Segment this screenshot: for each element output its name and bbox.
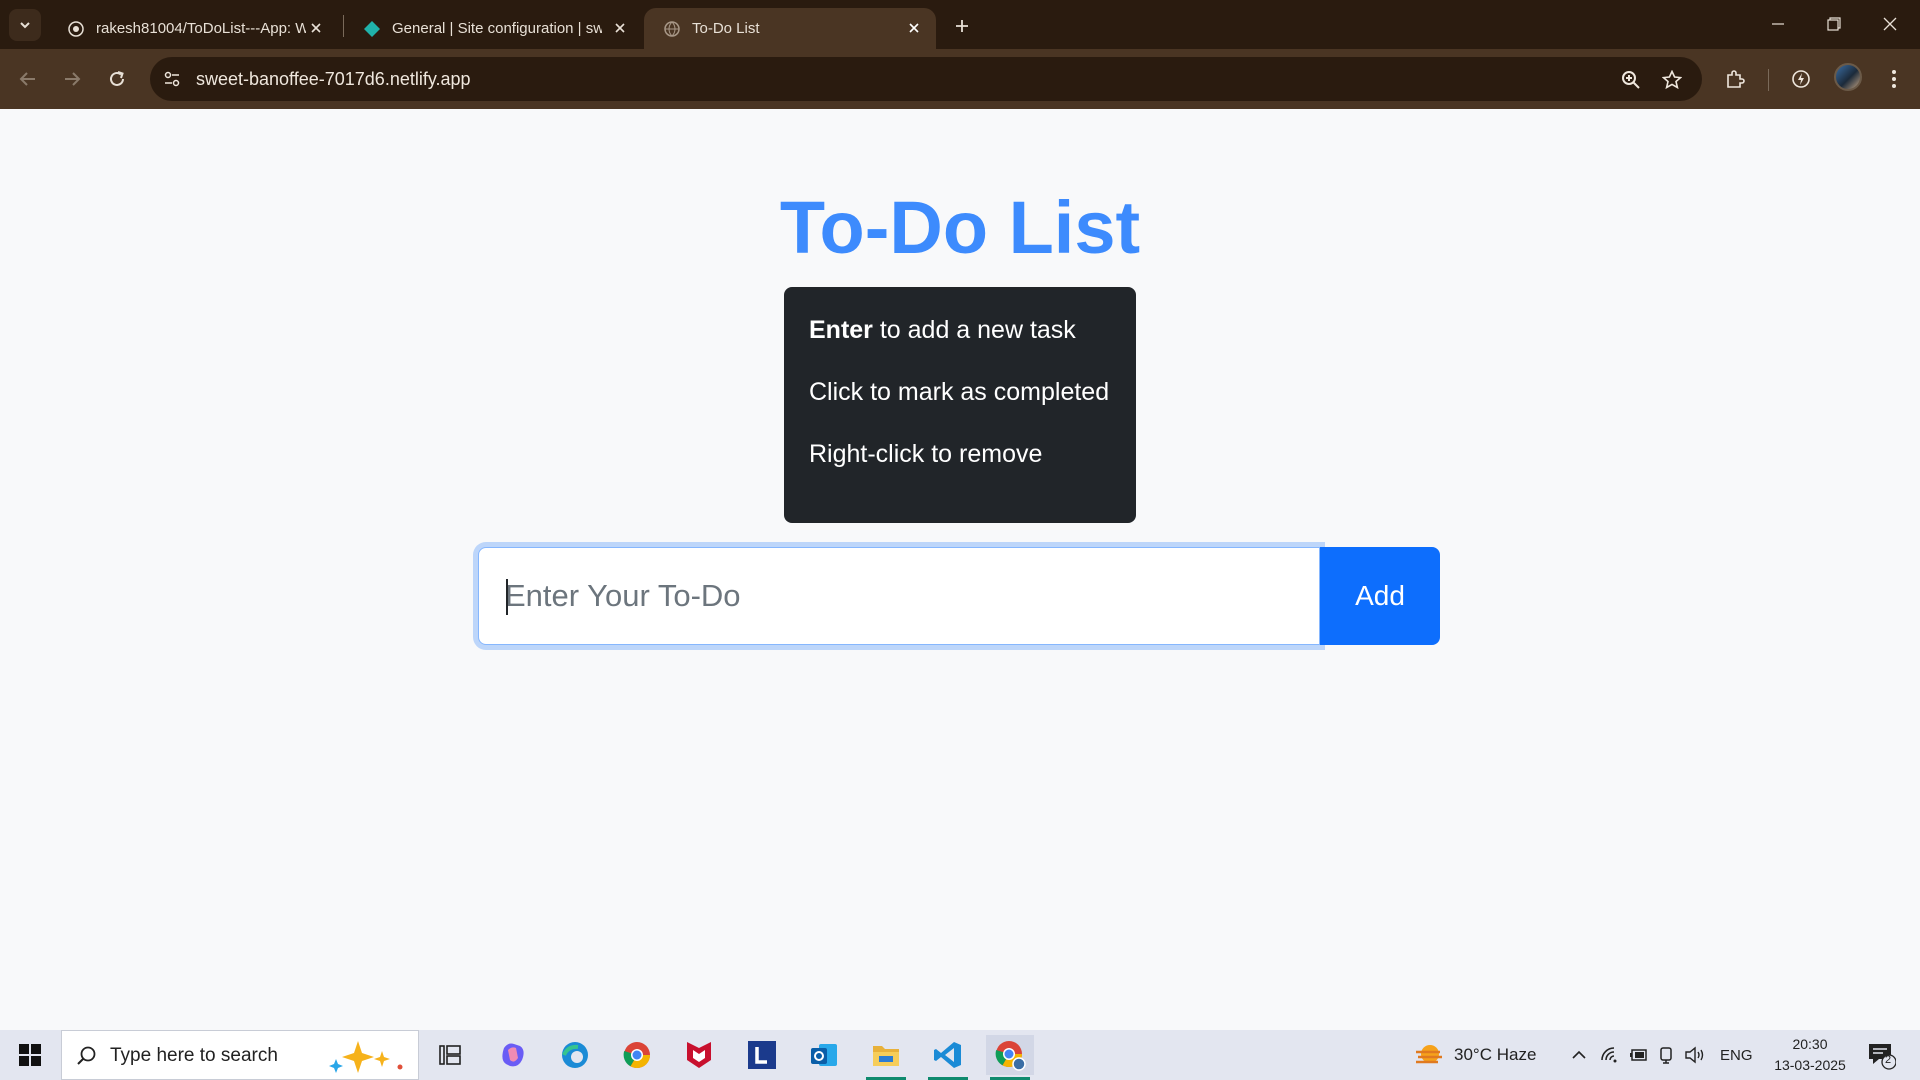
mcafee-app[interactable]	[675, 1035, 723, 1075]
notification-count: 2	[1885, 1054, 1892, 1066]
language-indicator[interactable]: ENG	[1720, 1047, 1753, 1064]
zoom-icon[interactable]	[1620, 69, 1642, 91]
outlook-icon	[811, 1044, 837, 1066]
clock-time: 20:30	[1792, 1036, 1828, 1052]
taskbar-search-box[interactable]: Type here to search	[61, 1030, 419, 1080]
sparkle-icon	[329, 1041, 403, 1073]
todo-form: Add	[478, 547, 1440, 645]
meet-icon[interactable]	[1658, 1046, 1676, 1064]
chrome-icon	[623, 1042, 651, 1069]
weather-text: 30°C Haze	[1454, 1045, 1537, 1064]
toolbar-divider	[1768, 69, 1769, 91]
tab-title: To-Do List	[692, 20, 760, 37]
tab-netlify[interactable]: General | Site configuration | sw	[344, 8, 642, 49]
speed-icon	[1792, 70, 1810, 88]
back-button[interactable]	[12, 63, 44, 95]
notification-center-button[interactable]: 2	[1866, 1040, 1897, 1070]
netlify-icon	[364, 20, 380, 37]
page-title: To-Do List	[779, 186, 1141, 269]
vscode-app[interactable]	[924, 1035, 972, 1080]
profile-avatar[interactable]	[1834, 63, 1862, 91]
chrome-app[interactable]	[613, 1035, 661, 1075]
haze-icon	[1416, 1045, 1442, 1064]
wifi-icon[interactable]	[1600, 1046, 1620, 1064]
instruction-enter: Enter to add a new task	[809, 316, 1076, 345]
system-tray: ENG	[1570, 1030, 1753, 1080]
task-view-icon	[439, 1045, 461, 1065]
close-tab-icon[interactable]	[612, 20, 628, 36]
reload-icon	[110, 71, 124, 86]
reload-button[interactable]	[101, 63, 133, 95]
browser-toolbar: sweet-banoffee-7017d6.netlify.app	[0, 49, 1920, 109]
arrow-right-icon	[65, 72, 81, 86]
taskbar: Type here to search 30°C Haze ENG 20:30 …	[0, 1030, 1920, 1080]
volume-icon[interactable]	[1684, 1046, 1706, 1064]
more-vertical-icon	[1892, 70, 1896, 88]
chevron-up-icon[interactable]	[1570, 1046, 1588, 1064]
tab-github[interactable]: rakesh81004/ToDoList---App: W	[48, 8, 338, 49]
folder-icon	[873, 1046, 899, 1066]
task-view-button[interactable]	[426, 1035, 474, 1075]
extensions-button[interactable]	[1719, 63, 1751, 95]
edge-icon	[562, 1042, 588, 1068]
search-icon	[77, 1046, 96, 1065]
github-icon	[68, 20, 84, 37]
chrome-app-active[interactable]	[986, 1035, 1034, 1080]
instruction-text: to add a new task	[872, 316, 1076, 344]
restore-icon	[1827, 17, 1841, 31]
close-window-button[interactable]	[1870, 10, 1910, 38]
site-info-icon[interactable]	[162, 69, 182, 89]
vscode-icon	[934, 1042, 961, 1068]
instruction-click: Click to mark as completed	[809, 378, 1110, 406]
add-button[interactable]: Add	[1320, 547, 1440, 645]
chrome-profile-icon	[995, 1041, 1026, 1071]
close-tab-icon[interactable]	[906, 20, 922, 36]
l-app[interactable]	[738, 1035, 786, 1075]
minimize-button[interactable]	[1758, 10, 1798, 38]
new-tab-button[interactable]	[948, 12, 976, 40]
plus-icon	[956, 20, 968, 32]
copilot-icon	[502, 1043, 524, 1067]
notification-icon	[1869, 1044, 1897, 1070]
arrow-left-icon	[19, 72, 35, 86]
todo-input[interactable]	[478, 547, 1320, 645]
battery-icon[interactable]	[1628, 1046, 1650, 1064]
puzzle-icon	[1727, 70, 1745, 88]
file-explorer-app[interactable]	[862, 1035, 910, 1080]
performance-button[interactable]	[1785, 63, 1817, 95]
start-button[interactable]	[0, 1030, 60, 1080]
globe-icon	[664, 20, 680, 37]
browser-menu-button[interactable]	[1878, 63, 1910, 95]
clock-date: 13-03-2025	[1774, 1057, 1846, 1073]
copilot-app[interactable]	[489, 1035, 537, 1075]
address-bar[interactable]: sweet-banoffee-7017d6.netlify.app	[150, 57, 1702, 101]
tab-title: General | Site configuration | sw	[392, 20, 602, 37]
tab-todo-list[interactable]: To-Do List	[644, 8, 936, 49]
instructions-tooltip: Enter to add a new task Click to mark as…	[784, 287, 1136, 523]
windows-icon	[19, 1044, 41, 1066]
instruction-key: Enter	[809, 316, 873, 344]
minimize-icon	[1772, 23, 1784, 25]
tab-title: rakesh81004/ToDoList---App: W	[96, 20, 306, 37]
tab-search-button[interactable]	[9, 9, 41, 41]
weather-widget[interactable]: 30°C Haze	[1414, 1030, 1536, 1080]
outlook-app[interactable]	[800, 1035, 848, 1075]
restore-button[interactable]	[1814, 10, 1854, 38]
instruction-right-click: Right-click to remove	[809, 440, 1043, 468]
page-content: To-Do List Enter to add a new task Click…	[0, 109, 1920, 1030]
search-placeholder: Type here to search	[110, 1045, 278, 1066]
clock[interactable]: 20:30 13-03-2025	[1760, 1034, 1860, 1076]
forward-button[interactable]	[56, 63, 88, 95]
l-app-icon	[748, 1041, 776, 1069]
text-cursor	[506, 579, 508, 615]
chevron-down-icon	[20, 22, 30, 29]
close-icon	[1883, 17, 1897, 31]
browser-tab-bar: rakesh81004/ToDoList---App: W General | …	[0, 0, 1920, 49]
close-tab-icon[interactable]	[308, 20, 324, 36]
mcafee-icon	[687, 1042, 711, 1068]
edge-app[interactable]	[551, 1035, 599, 1075]
url-text[interactable]: sweet-banoffee-7017d6.netlify.app	[196, 69, 471, 90]
bookmark-star-icon[interactable]	[1661, 69, 1683, 91]
